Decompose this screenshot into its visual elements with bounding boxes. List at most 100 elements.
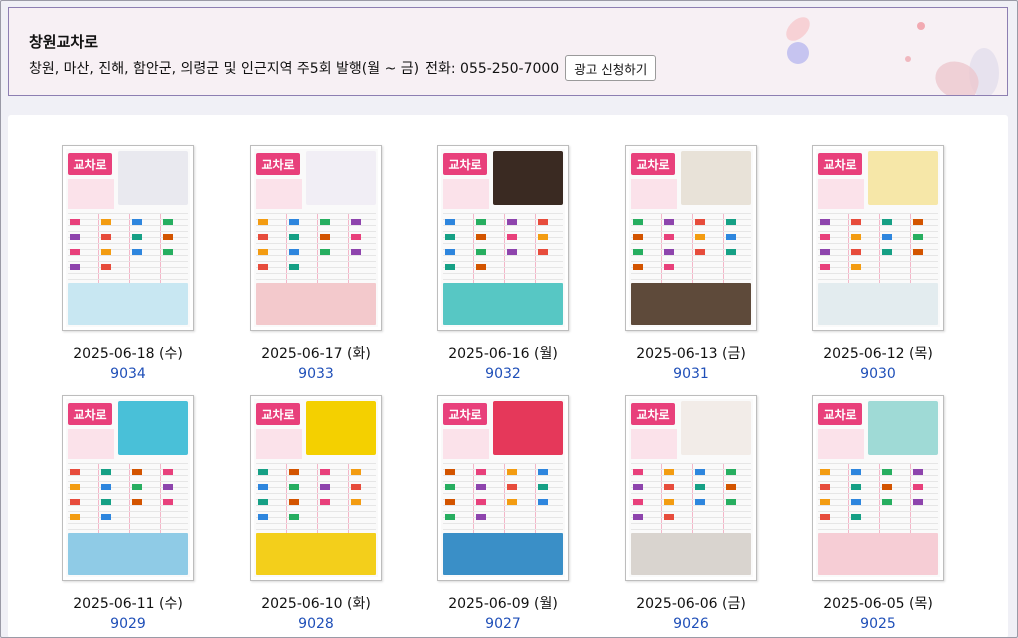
color-tag	[289, 514, 299, 520]
issue-thumbnail[interactable]: 교차로	[250, 145, 382, 331]
issue-date: 2025-06-10 (화)	[261, 596, 371, 612]
color-tag	[132, 469, 142, 475]
petal-decoration	[905, 56, 911, 62]
issue-number-link[interactable]: 9034	[110, 366, 146, 382]
date-band	[443, 179, 489, 209]
color-tag	[476, 264, 486, 270]
color-tag	[445, 234, 455, 240]
color-tag	[820, 484, 830, 490]
color-tag	[163, 499, 173, 505]
color-tag	[882, 219, 892, 225]
issue-number-link[interactable]: 9028	[298, 616, 334, 632]
color-tag	[633, 219, 643, 225]
color-tag	[132, 249, 142, 255]
color-tag	[882, 484, 892, 490]
color-tag	[851, 234, 861, 240]
top-ad-block	[493, 401, 563, 455]
color-tag	[320, 484, 330, 490]
color-tag	[476, 484, 486, 490]
color-tag	[289, 234, 299, 240]
issue-thumbnail[interactable]: 교차로	[625, 145, 757, 331]
color-tag	[851, 514, 861, 520]
issue-thumbnail[interactable]: 교차로	[625, 395, 757, 581]
color-tag	[163, 469, 173, 475]
top-ad-block	[868, 401, 938, 455]
top-ad-block	[493, 151, 563, 205]
color-tag	[507, 234, 517, 240]
issue-number-link[interactable]: 9032	[485, 366, 521, 382]
color-tag	[664, 499, 674, 505]
color-tag	[70, 499, 80, 505]
classified-color-tags	[818, 217, 938, 277]
color-tag	[258, 514, 268, 520]
classified-color-tags	[68, 217, 188, 277]
issue-date: 2025-06-18 (수)	[73, 346, 183, 362]
issue-date: 2025-06-11 (수)	[73, 596, 183, 612]
color-tag	[695, 234, 705, 240]
issue-number-link[interactable]: 9033	[298, 366, 334, 382]
color-tag	[70, 219, 80, 225]
top-ad-block	[681, 401, 751, 455]
color-tag	[101, 249, 111, 255]
color-tag	[132, 499, 142, 505]
color-tag	[633, 249, 643, 255]
color-tag	[695, 499, 705, 505]
color-tag	[695, 249, 705, 255]
color-tag	[913, 499, 923, 505]
issue-number-link[interactable]: 9026	[673, 616, 709, 632]
color-tag	[258, 219, 268, 225]
color-tag	[476, 514, 486, 520]
color-tag	[507, 249, 517, 255]
issue-thumbnail[interactable]: 교차로	[62, 145, 194, 331]
ad-request-button[interactable]: 광고 신청하기	[565, 55, 657, 81]
color-tag	[664, 219, 674, 225]
issue-gallery: 교차로 2025-06-18 (수) 9034 교차로 2025-06-17 (화) 90…	[8, 115, 1008, 638]
issue-thumbnail[interactable]: 교차로	[812, 395, 944, 581]
issue-thumbnail[interactable]: 교차로	[437, 145, 569, 331]
color-tag	[132, 484, 142, 490]
newspaper-page-image: 교차로	[254, 149, 378, 327]
newspaper-page-image: 교차로	[629, 149, 753, 327]
color-tag	[538, 499, 548, 505]
color-tag	[882, 499, 892, 505]
issue-number-link[interactable]: 9027	[485, 616, 521, 632]
color-tag	[633, 469, 643, 475]
color-tag	[851, 469, 861, 475]
classified-color-tags	[443, 217, 563, 277]
date-band	[256, 179, 302, 209]
color-tag	[289, 219, 299, 225]
color-tag	[726, 234, 736, 240]
issue-card: 교차로 2025-06-10 (화) 9028	[241, 395, 391, 632]
color-tag	[445, 264, 455, 270]
color-tag	[70, 484, 80, 490]
color-tag	[820, 514, 830, 520]
color-tag	[664, 264, 674, 270]
issue-card: 교차로 2025-06-05 (목) 9025	[803, 395, 953, 632]
color-tag	[851, 484, 861, 490]
issue-date: 2025-06-13 (금)	[636, 346, 746, 362]
color-tag	[101, 234, 111, 240]
issue-thumbnail[interactable]: 교차로	[62, 395, 194, 581]
color-tag	[320, 249, 330, 255]
color-tag	[851, 249, 861, 255]
issue-number-link[interactable]: 9029	[110, 616, 146, 632]
color-tag	[726, 499, 736, 505]
newspaper-page-image: 교차로	[441, 149, 565, 327]
issue-number-link[interactable]: 9031	[673, 366, 709, 382]
color-tag	[820, 264, 830, 270]
color-tag	[320, 234, 330, 240]
issue-thumbnail[interactable]: 교차로	[250, 395, 382, 581]
classified-color-tags	[443, 467, 563, 527]
color-tag	[163, 234, 173, 240]
color-tag	[351, 469, 361, 475]
issue-number-link[interactable]: 9030	[860, 366, 896, 382]
color-tag	[101, 484, 111, 490]
color-tag	[820, 499, 830, 505]
bottom-ad-block	[256, 283, 376, 325]
newspaper-page-image: 교차로	[629, 399, 753, 577]
issue-number-link[interactable]: 9025	[860, 616, 896, 632]
issue-thumbnail[interactable]: 교차로	[812, 145, 944, 331]
issue-thumbnail[interactable]: 교차로	[437, 395, 569, 581]
issue-card: 교차로 2025-06-17 (화) 9033	[241, 145, 391, 382]
color-tag	[726, 249, 736, 255]
